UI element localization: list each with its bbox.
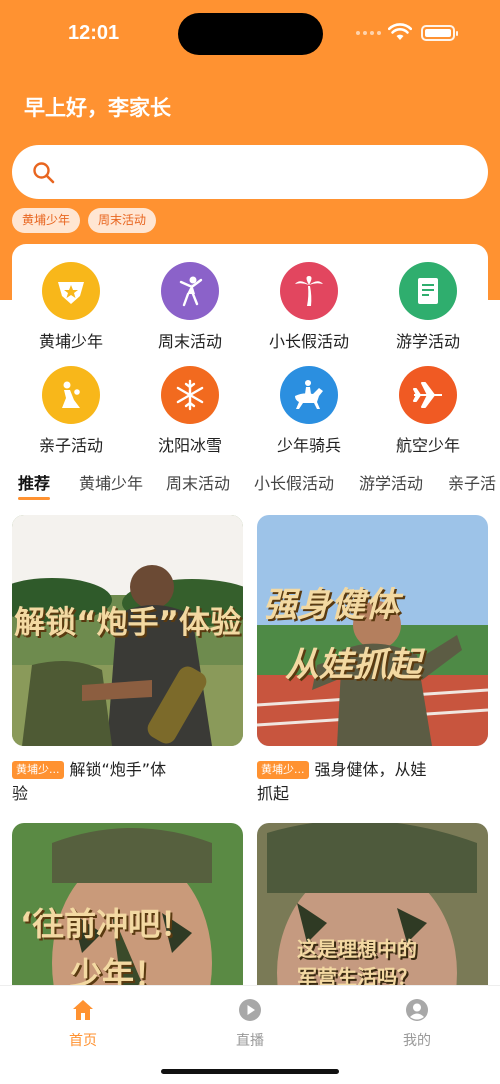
wifi-icon — [388, 23, 412, 40]
status-bar: 12:01 — [0, 0, 500, 66]
tab-label: 首页 — [69, 1033, 97, 1049]
thumbnail-overlay-text: 这是理想中的 — [297, 937, 417, 961]
feed-title: 黄埔少... 解锁“炮手”体验 — [12, 760, 167, 803]
chip-weekend[interactable]: 周末活动 — [88, 208, 157, 233]
category-huangpu[interactable]: 黄埔少年 — [12, 262, 130, 362]
tab-weekend[interactable]: 周末活动 — [166, 470, 230, 494]
certificate-icon — [399, 262, 457, 320]
category-badge: 黄埔少... — [12, 761, 64, 779]
category-snow[interactable]: 沈阳冰雪 — [131, 366, 249, 466]
feed-title: 黄埔少... 强身健体，从娃 抓起 — [257, 760, 427, 803]
category-label: 小长假活动 — [268, 332, 349, 351]
star-badge-icon — [42, 262, 100, 320]
feed-card[interactable]: 解锁“炮手”体验 黄埔少... 解锁“炮手”体验 — [12, 515, 243, 806]
search-input[interactable] — [12, 145, 488, 199]
airplane-icon — [399, 366, 457, 424]
feed-thumbnail: 强身健体 从娃抓起 — [257, 515, 488, 746]
status-time: 12:01 — [68, 22, 120, 44]
category-aviation[interactable]: 航空少年 — [369, 366, 487, 466]
home-indicator — [161, 1069, 339, 1074]
search-icon — [33, 162, 55, 184]
category-label: 少年骑兵 — [276, 436, 341, 455]
snowflake-icon — [161, 366, 219, 424]
tab-parent-child[interactable]: 亲子活 — [448, 470, 496, 494]
battery-icon — [421, 25, 458, 41]
feed-card[interactable]: 强身健体 从娃抓起 黄埔少... 强身健体，从娃 抓起 — [257, 515, 488, 806]
category-label: 亲子活动 — [38, 436, 103, 455]
category-cavalry[interactable]: 少年骑兵 — [250, 366, 368, 466]
dynamic-island — [178, 13, 323, 55]
parent-child-icon — [42, 366, 100, 424]
tab-label: 我的 — [403, 1033, 431, 1049]
dancing-girl-icon — [161, 262, 219, 320]
search-history-chips: 黄埔少年 周末活动 — [12, 208, 157, 233]
tab-live[interactable]: 直播 — [215, 998, 285, 1050]
tab-recommend[interactable]: 推荐 — [18, 470, 51, 500]
profile-icon — [406, 999, 428, 1021]
tab-label: 直播 — [236, 1033, 264, 1049]
tab-study-tour[interactable]: 游学活动 — [359, 470, 423, 494]
home-icon — [73, 1000, 93, 1020]
category-label: 沈阳冰雪 — [157, 436, 222, 455]
category-study-tour[interactable]: 游学活动 — [369, 262, 487, 362]
tab-huangpu[interactable]: 黄埔少年 — [79, 470, 143, 494]
category-label: 游学活动 — [395, 332, 460, 351]
tab-holiday[interactable]: 小长假活动 — [254, 470, 334, 494]
category-label: 航空少年 — [395, 436, 460, 455]
category-label: 黄埔少年 — [38, 332, 103, 351]
thumbnail-overlay-text: 从娃抓起 — [285, 645, 421, 685]
category-holiday[interactable]: 小长假活动 — [250, 262, 368, 362]
greeting-text: 早上好，李家长 — [24, 96, 171, 120]
chip-huangpu[interactable]: 黄埔少年 — [12, 208, 81, 233]
thumbnail-overlay-text: 强身健体 — [263, 585, 399, 625]
category-badge: 黄埔少... — [257, 761, 309, 779]
category-weekend[interactable]: 周末活动 — [131, 262, 249, 362]
category-label: 周末活动 — [157, 332, 222, 351]
play-icon — [239, 999, 261, 1021]
category-parent-child[interactable]: 亲子活动 — [12, 366, 130, 466]
tab-home[interactable]: 首页 — [48, 998, 118, 1050]
filter-tabs: 推荐 黄埔少年 周末活动 小长假活动 游学活动 亲子活 — [0, 464, 500, 500]
signal-icon — [356, 31, 382, 37]
thumbnail-overlay-text: ‘往前冲吧！ — [20, 905, 193, 943]
category-card: 黄埔少年 周末活动 小长假活动 游学活动 亲子活动 沈阳冰雪 少年骑兵 航空少年 — [12, 244, 488, 464]
tab-profile[interactable]: 我的 — [382, 998, 452, 1050]
horse-rider-icon — [280, 366, 338, 424]
palm-tree-icon — [280, 262, 338, 320]
feed-thumbnail: 解锁“炮手”体验 — [12, 515, 243, 746]
thumbnail-overlay-text: 解锁“炮手”体验 — [14, 605, 241, 641]
